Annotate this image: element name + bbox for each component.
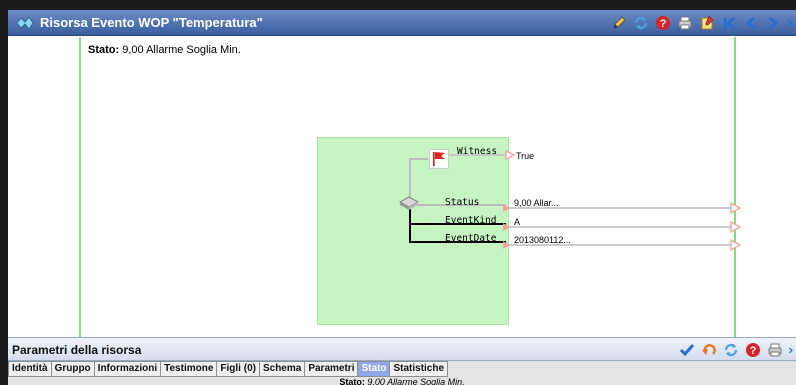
refresh-icon[interactable] <box>632 14 650 32</box>
node-value-witness: True <box>516 151 535 161</box>
node-label-status: Status <box>445 197 480 208</box>
status-label: Stato: <box>339 377 365 385</box>
panel-title: Parametri della risorsa <box>12 343 142 357</box>
svg-text:?: ? <box>660 18 667 30</box>
confirm-icon[interactable] <box>678 341 696 359</box>
tab-stato[interactable]: Stato <box>358 361 391 377</box>
event-node-icon[interactable] <box>398 196 420 213</box>
tab-informazioni[interactable]: Informazioni <box>94 361 162 377</box>
node-label-witness: Witness <box>457 146 498 157</box>
flag-icon[interactable] <box>429 149 449 172</box>
edit-icon[interactable] <box>610 14 628 32</box>
status-out-arrow <box>730 202 742 214</box>
eventkind-in-arrow <box>503 223 510 231</box>
tab-statistiche[interactable]: Statistiche <box>390 361 449 377</box>
tab-gruppo[interactable]: Gruppo <box>51 361 95 377</box>
tab-schema[interactable]: Schema <box>259 361 306 377</box>
node-label-eventdate: EventDate <box>445 233 497 244</box>
tab-testimone[interactable]: Testimone <box>161 361 218 377</box>
node-value-eventdate: 2013080112... <box>514 235 571 245</box>
diagram-area: Stato: 9,00 Allarme Soglia Min. Witness … <box>8 37 796 337</box>
notes-icon[interactable] <box>698 14 716 32</box>
print-icon[interactable] <box>676 14 694 32</box>
status-in-arrow <box>503 204 510 212</box>
title-bar: Risorsa Evento WOP "Temperatura" ? <box>8 10 796 36</box>
window-title: Risorsa Evento WOP "Temperatura" <box>40 15 263 30</box>
panel-toolbar: ? <box>674 341 796 359</box>
panel-header: Parametri della risorsa ? <box>8 337 796 361</box>
resource-window: Risorsa Evento WOP "Temperatura" ? Stato… <box>8 10 796 385</box>
refresh-icon[interactable] <box>722 341 740 359</box>
node-value-status: 9,00 Allar... <box>514 198 559 208</box>
node-label-eventkind: EventKind <box>445 215 497 226</box>
print-icon[interactable] <box>766 341 784 359</box>
eventkind-out-arrow <box>730 221 742 233</box>
status-line: Stato: 9,00 Allarme Soglia Min. <box>8 377 796 385</box>
tab-bar: Identità Gruppo Informazioni Testimone F… <box>8 361 796 377</box>
eventdate-in-arrow <box>503 241 510 249</box>
undo-icon[interactable] <box>700 341 718 359</box>
node-value-eventkind: A <box>514 217 521 227</box>
first-icon[interactable] <box>720 14 738 32</box>
event-icon <box>16 15 34 31</box>
svg-text:?: ? <box>750 345 757 357</box>
help-icon[interactable]: ? <box>744 341 762 359</box>
tab-identita[interactable]: Identità <box>8 361 52 377</box>
next-icon[interactable] <box>764 14 782 32</box>
prev-icon[interactable] <box>742 14 760 32</box>
window-toolbar: ? <box>606 13 796 33</box>
diagram-connectors <box>409 154 733 246</box>
help-icon[interactable]: ? <box>654 14 672 32</box>
tab-parametri[interactable]: Parametri <box>305 361 359 377</box>
more-icon[interactable] <box>788 341 796 359</box>
tab-figli[interactable]: Figli (0) <box>217 361 260 377</box>
last-icon[interactable] <box>786 14 796 32</box>
eventdate-out-arrow <box>730 239 742 251</box>
status-value: 9,00 Allarme Soglia Min. <box>367 377 465 385</box>
